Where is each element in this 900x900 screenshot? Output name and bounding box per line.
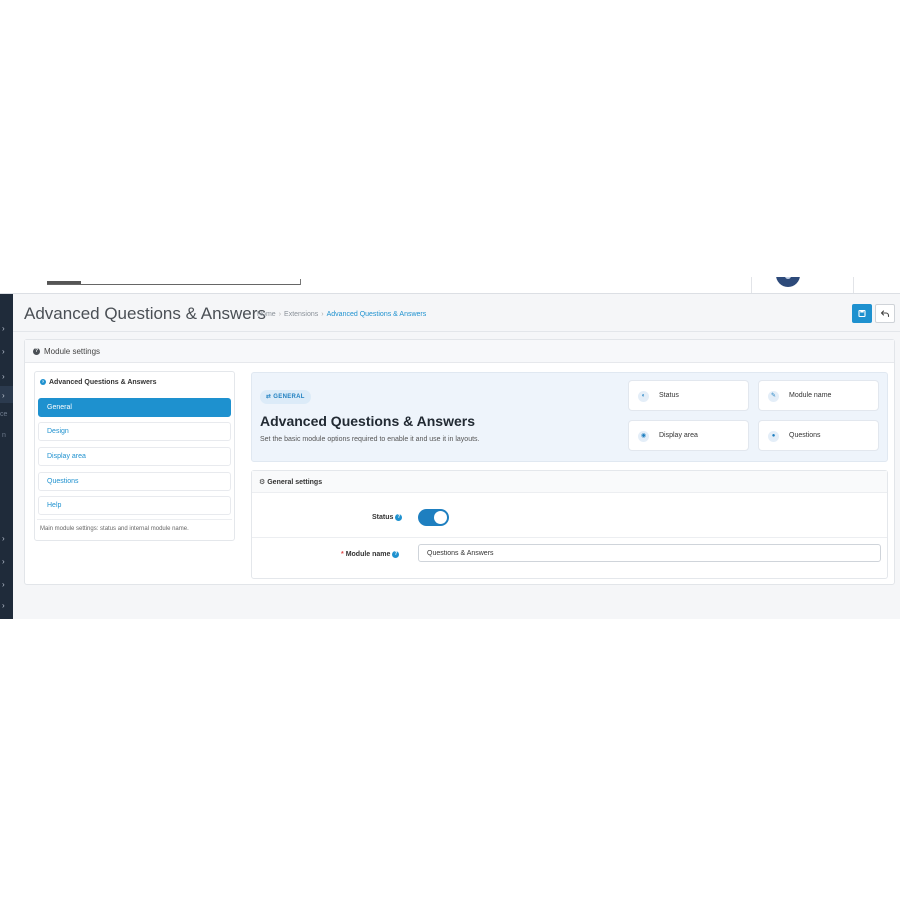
feature-display-area: ◉ Display area: [628, 420, 749, 451]
back-arrow-icon: [880, 310, 890, 318]
save-icon: [858, 309, 866, 318]
top-bar: [0, 277, 900, 294]
chevron-right-icon[interactable]: ›: [2, 348, 5, 356]
nav-item-design[interactable]: Design: [38, 422, 231, 441]
section-badge: ⇄ GENERAL: [260, 390, 311, 404]
general-settings-title: General settings: [267, 479, 323, 486]
hero-description: Set the basic module options required to…: [260, 436, 480, 443]
module-settings-card: ? Module settings ? Advanced Questions & …: [24, 339, 895, 585]
nav-item-help[interactable]: Help: [38, 496, 231, 515]
general-settings-header: ⚙ General settings: [252, 471, 887, 493]
avatar[interactable]: [776, 277, 800, 287]
comments-icon: ●: [768, 431, 779, 442]
nav-heading: ? Advanced Questions & Answers: [40, 379, 157, 386]
app-window: › › › › ce n › › › › Advanced Questions …: [0, 277, 900, 619]
eye-icon: ◉: [638, 431, 649, 442]
chevron-right-icon[interactable]: ›: [2, 581, 5, 589]
toggle-knob: [434, 511, 447, 524]
general-settings-panel: ⚙ General settings Status ? * Module nam…: [251, 470, 888, 579]
nav-divider: [37, 519, 232, 520]
help-icon[interactable]: ?: [392, 551, 400, 558]
card-header: ? Module settings: [25, 340, 894, 363]
hero-title: Advanced Questions & Answers: [260, 413, 475, 429]
status-label: Status ?: [372, 514, 403, 521]
status-toggle[interactable]: [418, 509, 449, 526]
chevron-right-icon[interactable]: ›: [2, 392, 5, 400]
breadcrumb: Home › Extensions › Advanced Questions & Ans…: [257, 311, 427, 318]
sidebar-item-label: ce: [0, 411, 8, 418]
breadcrumb-current[interactable]: Advanced Questions & Answers: [327, 311, 427, 318]
progress-bar-end: [300, 279, 301, 285]
toggle-icon: ◐: [638, 391, 649, 402]
help-icon[interactable]: ?: [395, 514, 403, 521]
header-divider: [13, 331, 900, 332]
cogs-icon: ⚙: [259, 479, 266, 486]
breadcrumb-home[interactable]: Home: [257, 311, 276, 318]
chevron-right-icon[interactable]: ›: [2, 602, 5, 610]
nav-item-display-area[interactable]: Display area: [38, 447, 231, 466]
chevron-right-icon[interactable]: ›: [2, 558, 5, 566]
chevron-right-icon[interactable]: ›: [2, 535, 5, 543]
chevron-right-icon[interactable]: ›: [2, 325, 5, 333]
card-title: Module settings: [44, 347, 101, 356]
nav-help-text: Main module settings: status and interna…: [40, 526, 189, 532]
back-button[interactable]: [875, 304, 895, 323]
nav-item-general[interactable]: General: [38, 398, 231, 417]
topbar-divider: [853, 277, 854, 293]
settings-nav: ? Advanced Questions & Answers General De…: [34, 371, 235, 541]
left-sidebar: › › › › ce n › › › ›: [0, 294, 13, 619]
question-circle-icon: ?: [40, 379, 46, 385]
module-name-label: * Module name ?: [341, 551, 400, 558]
feature-status: ◐ Status: [628, 380, 749, 411]
general-hero: ⇄ GENERAL Advanced Questions & Answers S…: [251, 372, 888, 462]
pencil-icon: ✎: [768, 391, 779, 402]
module-name-input[interactable]: [418, 544, 881, 562]
page-title: Advanced Questions & Answers: [24, 304, 266, 323]
save-button[interactable]: [852, 304, 872, 323]
question-circle-icon: ?: [33, 348, 40, 355]
topbar-divider: [751, 277, 752, 293]
breadcrumb-extensions[interactable]: Extensions: [284, 311, 318, 318]
row-divider: [252, 537, 887, 538]
progress-bar-track: [47, 284, 301, 285]
feature-questions: ● Questions: [758, 420, 879, 451]
nav-item-questions[interactable]: Questions: [38, 472, 231, 491]
feature-module-name: ✎ Module name: [758, 380, 879, 411]
chevron-right-icon[interactable]: ›: [2, 373, 5, 381]
sliders-icon: ⇄: [266, 394, 272, 400]
sidebar-item-label: n: [2, 432, 6, 439]
